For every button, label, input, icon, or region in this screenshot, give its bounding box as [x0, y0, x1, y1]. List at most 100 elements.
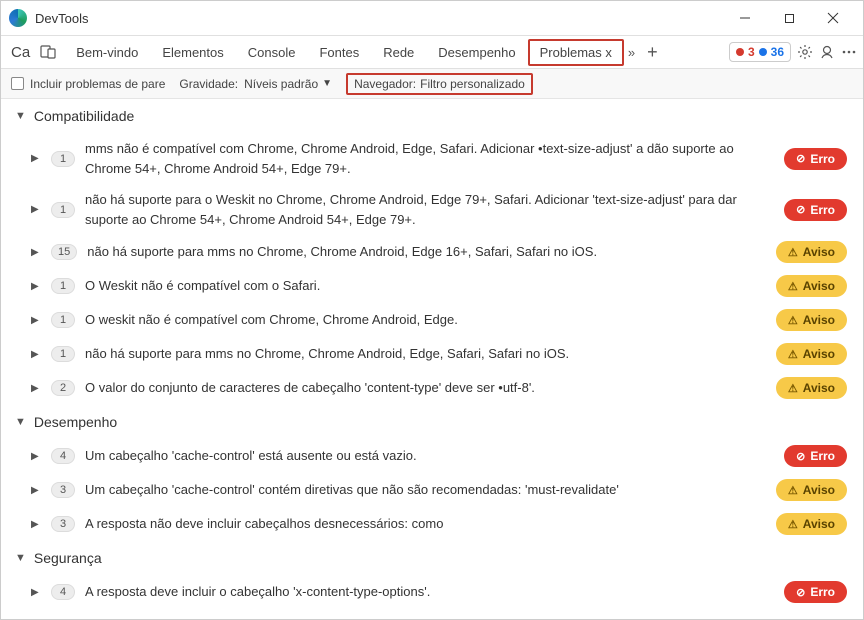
issue-count: 4 — [51, 584, 75, 600]
issue-text: não há suporte para o Weskit no Chrome, … — [85, 190, 774, 229]
issue-text: mms não é compatível com Chrome, Chrome … — [85, 139, 774, 178]
issue-text: A resposta não deve incluir cabeçalhos d… — [85, 514, 766, 534]
warning-badge: ⚠Aviso — [776, 241, 847, 263]
issue-text: O weskit não é compatível com Chrome, Ch… — [85, 310, 766, 330]
settings-icon[interactable] — [797, 44, 813, 60]
severity-select[interactable]: Níveis padrão ▼ — [244, 77, 332, 91]
issue-row[interactable]: ▶ 4 Um cabeçalho 'cache-control' está au… — [1, 439, 863, 473]
issue-count: 3 — [51, 482, 75, 498]
browser-label: Navegador: — [354, 77, 416, 91]
expand-icon[interactable]: ▶ — [31, 519, 41, 530]
issue-count: 3 — [51, 516, 75, 532]
issue-row[interactable]: ▶ 1 mms não é compatível com Chrome, Chr… — [1, 133, 863, 184]
error-badge: ⊘Erro — [784, 581, 847, 603]
issue-row[interactable]: ▶ 1 não há suporte para mms no Chrome, C… — [1, 337, 863, 371]
issue-count: 1 — [51, 151, 75, 167]
issue-count: 1 — [51, 202, 75, 218]
section-sec-label: Segurança — [34, 550, 102, 566]
more-tabs-icon[interactable]: » — [624, 45, 639, 60]
issue-text: A resposta deve incluir o cabeçalho 'x-c… — [85, 582, 774, 602]
issue-row[interactable]: ▶ 3 A resposta não deve incluir cabeçalh… — [1, 507, 863, 541]
app-icon — [9, 9, 27, 27]
expand-icon[interactable]: ▶ — [31, 349, 41, 360]
expand-icon[interactable]: ▶ — [31, 247, 41, 258]
maximize-button[interactable] — [767, 2, 811, 34]
issue-row[interactable]: ▶ 1 O Weskit não é compatível com o Safa… — [1, 269, 863, 303]
issue-row[interactable]: ▶ 1 O weskit não é compatível com Chrome… — [1, 303, 863, 337]
tab-desempenho[interactable]: Desempenho — [426, 39, 527, 66]
issue-row[interactable]: ▶ 2 O valor do conjunto de caracteres de… — [1, 371, 863, 405]
warning-icon: ⚠ — [788, 382, 798, 395]
issue-count: 1 — [51, 346, 75, 362]
severity-value: Níveis padrão — [244, 77, 318, 91]
expand-icon[interactable]: ▶ — [31, 383, 41, 394]
tab-problemas[interactable]: Problemas x — [528, 39, 624, 66]
error-icon: ⊘ — [796, 586, 805, 599]
close-button[interactable] — [811, 2, 855, 34]
chevron-down-icon: ▼ — [322, 78, 332, 89]
section-sec[interactable]: ▼ Segurança — [1, 541, 863, 575]
error-icon: ⊘ — [796, 152, 805, 165]
error-counter[interactable]: 3 36 — [729, 42, 791, 62]
section-perf-label: Desempenho — [34, 414, 117, 430]
include-checkbox[interactable] — [11, 77, 24, 90]
feedback-icon[interactable] — [819, 44, 835, 60]
error-count: 3 — [748, 45, 755, 59]
issue-count: 1 — [51, 312, 75, 328]
warning-badge: ⚠Aviso — [776, 309, 847, 331]
expand-icon[interactable]: ▶ — [31, 485, 41, 496]
issue-text: não há suporte para mms no Chrome, Chrom… — [87, 242, 766, 262]
issue-row[interactable]: ▶ 3 Um cabeçalho 'cache-control' contém … — [1, 473, 863, 507]
expand-icon[interactable]: ▶ — [31, 587, 41, 598]
section-compat[interactable]: ▼ Compatibilidade — [1, 99, 863, 133]
expand-icon[interactable]: ▶ — [31, 153, 41, 164]
warning-icon: ⚠ — [788, 484, 798, 497]
issue-text: O valor do conjunto de caracteres de cab… — [85, 378, 766, 398]
issue-text: não há suporte para mms no Chrome, Chrom… — [85, 344, 766, 364]
filter-bar: Incluir problemas de pare Gravidade: Nív… — [1, 69, 863, 99]
error-icon: ⊘ — [796, 203, 805, 216]
warning-badge: ⚠Aviso — [776, 377, 847, 399]
error-badge: ⊘Erro — [784, 445, 847, 467]
browser-filter[interactable]: Navegador: Filtro personalizado — [346, 73, 533, 95]
warning-badge: ⚠Aviso — [776, 479, 847, 501]
section-compat-label: Compatibilidade — [34, 108, 134, 124]
section-perf[interactable]: ▼ Desempenho — [1, 405, 863, 439]
issue-row[interactable]: ▶ 15 não há suporte para mms no Chrome, … — [1, 235, 863, 269]
severity-label: Gravidade: — [179, 77, 238, 91]
warning-icon: ⚠ — [788, 314, 798, 327]
error-dot-icon — [736, 48, 744, 56]
error-badge: ⊘Erro — [784, 148, 847, 170]
issue-count: 4 — [51, 448, 75, 464]
tab-rede[interactable]: Rede — [371, 39, 426, 66]
expand-icon[interactable]: ▶ — [31, 204, 41, 215]
tab-bemvindo[interactable]: Bem-vindo — [64, 39, 150, 66]
toolbar: Ca Bem-vindo Elementos Console Fontes Re… — [1, 35, 863, 69]
expand-icon[interactable]: ▶ — [31, 281, 41, 292]
issue-row[interactable]: ▶ 1 não há suporte para o Weskit no Chro… — [1, 184, 863, 235]
info-count: 36 — [771, 45, 784, 59]
issue-row[interactable]: ▶ 4 A resposta deve incluir o cabeçalho … — [1, 575, 863, 609]
warning-icon: ⚠ — [788, 518, 798, 531]
window-title: DevTools — [35, 11, 88, 26]
new-tab-icon[interactable]: + — [639, 42, 666, 63]
more-icon[interactable] — [841, 44, 857, 60]
warning-icon: ⚠ — [788, 348, 798, 361]
titlebar: DevTools — [1, 1, 863, 35]
issue-text: O Weskit não é compatível com o Safari. — [85, 276, 766, 296]
issues-content[interactable]: ▼ Compatibilidade ▶ 1 mms não é compatív… — [1, 99, 863, 619]
expand-icon[interactable]: ▶ — [31, 451, 41, 462]
tab-elementos[interactable]: Elementos — [150, 39, 235, 66]
issue-text: Um cabeçalho 'cache-control' contém dire… — [85, 480, 766, 500]
device-toolbar-icon[interactable] — [40, 44, 56, 60]
warning-icon: ⚠ — [788, 280, 798, 293]
tab-console[interactable]: Console — [236, 39, 308, 66]
warning-badge: ⚠Aviso — [776, 275, 847, 297]
minimize-button[interactable] — [723, 2, 767, 34]
warning-icon: ⚠ — [788, 246, 798, 259]
warning-badge: ⚠Aviso — [776, 513, 847, 535]
expand-icon[interactable]: ▶ — [31, 315, 41, 326]
warning-badge: ⚠Aviso — [776, 343, 847, 365]
inspect-label[interactable]: Ca — [7, 44, 34, 61]
tab-fontes[interactable]: Fontes — [307, 39, 371, 66]
